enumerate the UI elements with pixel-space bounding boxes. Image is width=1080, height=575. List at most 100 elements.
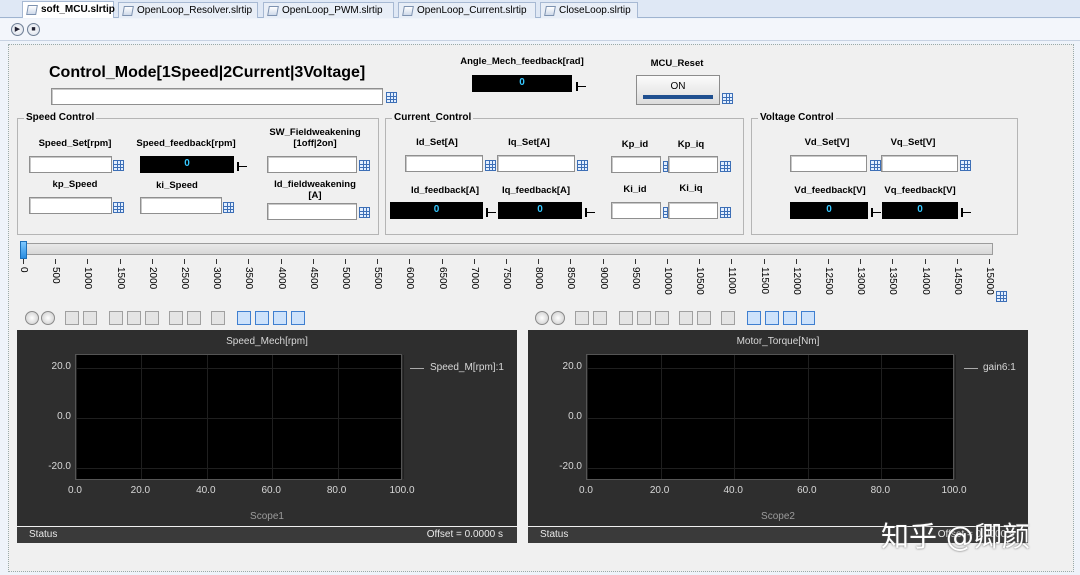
scope2-fit-button[interactable] (593, 311, 607, 325)
scope1-start-button[interactable] (25, 311, 39, 325)
move-icon[interactable] (637, 311, 651, 325)
scope2-properties-button[interactable] (721, 311, 735, 325)
table-icon[interactable] (577, 160, 588, 171)
table-icon[interactable] (960, 160, 971, 171)
x-tick-label: 0.0 (579, 485, 593, 496)
x-tick-label: 100.0 (941, 485, 967, 496)
table-icon[interactable] (113, 160, 124, 171)
scope1-layout-1-button[interactable] (237, 311, 251, 325)
id-fieldweakening-field[interactable] (267, 203, 357, 220)
x-gridline (587, 355, 588, 479)
speed-slider-track[interactable] (21, 243, 993, 255)
slider-tick-label: 11000 (726, 267, 738, 295)
hand-icon[interactable] (109, 311, 123, 325)
y-gridline (587, 418, 953, 419)
mcu-reset-button[interactable]: ON (636, 75, 720, 105)
scope2-layout-1-button[interactable] (747, 311, 761, 325)
ki-speed-field[interactable] (140, 197, 222, 214)
vq-feedback-display: 0 (882, 202, 958, 219)
slider-tick (634, 259, 636, 264)
slider-tick-label: 9500 (629, 267, 641, 290)
scope1-statusbar: Status Offset = 0.0000 s (17, 527, 517, 543)
scope1-fit-button[interactable] (83, 311, 97, 325)
scope1-layout-4-button[interactable] (291, 311, 305, 325)
scope1-properties-button[interactable] (211, 311, 225, 325)
table-icon[interactable] (722, 93, 733, 104)
scope2-layout-3-button[interactable] (783, 311, 797, 325)
id-set-field[interactable] (405, 155, 483, 172)
scope2-legend-swatch (964, 368, 978, 369)
scope1-layout-2-button[interactable] (255, 311, 269, 325)
ki-id-label: Ki_id (623, 184, 647, 195)
kp-id-field[interactable] (611, 156, 661, 173)
stop-button[interactable]: ■ (27, 23, 40, 36)
control-mode-field[interactable] (51, 88, 383, 105)
slider-tick (55, 259, 57, 264)
table-icon[interactable] (359, 160, 370, 171)
table-icon[interactable] (870, 160, 881, 171)
tab-soft-mcu[interactable]: soft_MCU.slrtip (22, 1, 115, 18)
kp-iq-field[interactable] (668, 156, 718, 173)
zoom-in-icon[interactable] (679, 311, 693, 325)
move-icon[interactable] (127, 311, 141, 325)
slider-tick-label: 9000 (597, 267, 609, 290)
zoom-out-icon[interactable] (187, 311, 201, 325)
table-icon[interactable] (720, 161, 731, 172)
slider-tick (602, 259, 604, 264)
scope1-legend: Speed_M[rpm]:1 (430, 362, 504, 373)
kp-speed-field[interactable] (29, 197, 112, 214)
tab-openloop-pwm[interactable]: OpenLoop_PWM.slrtip (263, 2, 394, 18)
vd-set-field[interactable] (790, 155, 867, 172)
vq-feedback-label: Vq_feedback[V] (884, 185, 956, 196)
scope2-start-button[interactable] (535, 311, 549, 325)
table-icon[interactable] (223, 202, 234, 213)
slider-tick-label: 14500 (951, 267, 963, 295)
zoom-box-icon[interactable] (655, 311, 669, 325)
zoom-out-icon[interactable] (697, 311, 711, 325)
zoom-box-icon[interactable] (145, 311, 159, 325)
start-button[interactable]: ▶ (11, 23, 24, 36)
tab-openloop-current[interactable]: OpenLoop_Current.slrtip (398, 2, 536, 18)
hand-icon[interactable] (619, 311, 633, 325)
scope2-layout-4-button[interactable] (801, 311, 815, 325)
scope1-autoscale-button[interactable] (65, 311, 79, 325)
slider-tick (280, 259, 282, 264)
y-gridline (76, 418, 401, 419)
table-icon[interactable] (113, 202, 124, 213)
speed-slider-thumb[interactable] (20, 241, 27, 259)
table-icon[interactable] (485, 160, 496, 171)
ki-iq-field[interactable] (668, 202, 718, 219)
vq-set-field[interactable] (881, 155, 958, 172)
table-icon[interactable] (720, 207, 731, 218)
zoom-in-icon[interactable] (169, 311, 183, 325)
ki-id-field[interactable] (611, 202, 661, 219)
iq-set-field[interactable] (497, 155, 575, 172)
signal-icon (871, 208, 881, 217)
tab-closeloop[interactable]: CloseLoop.slrtip (540, 2, 638, 18)
scope1-layout-3-button[interactable] (273, 311, 287, 325)
scope2-plot-area[interactable] (586, 354, 956, 480)
scope1-stop-button[interactable] (41, 311, 55, 325)
angle-mech-label: Angle_Mech_feedback[rad] (460, 56, 584, 67)
slider-tick-label: 12000 (790, 267, 802, 295)
scope2-layout-2-button[interactable] (765, 311, 779, 325)
iq-set-label: Iq_Set[A] (508, 137, 550, 148)
x-gridline (272, 355, 274, 479)
scope1-title: Speed_Mech[rpm] (226, 336, 308, 347)
table-icon[interactable] (996, 291, 1007, 302)
slider-tick-label: 7000 (468, 267, 480, 290)
table-icon[interactable] (386, 92, 397, 103)
speed-set-field[interactable] (29, 156, 112, 173)
x-gridline (403, 355, 404, 479)
scope2-autoscale-button[interactable] (575, 311, 589, 325)
mcu-reset-label: MCU_Reset (650, 58, 704, 69)
scope2-stop-button[interactable] (551, 311, 565, 325)
play-icon: ▶ (14, 26, 21, 33)
id-fieldweakening-label-2: [A] (308, 190, 322, 201)
x-tick-label: 80.0 (326, 485, 347, 496)
sw-fieldweakening-field[interactable] (267, 156, 357, 173)
scope1-plot-area[interactable] (75, 354, 404, 480)
tab-openloop-resolver[interactable]: OpenLoop_Resolver.slrtip (118, 2, 258, 18)
slider-tick-label: 5000 (340, 267, 351, 290)
table-icon[interactable] (359, 207, 370, 218)
